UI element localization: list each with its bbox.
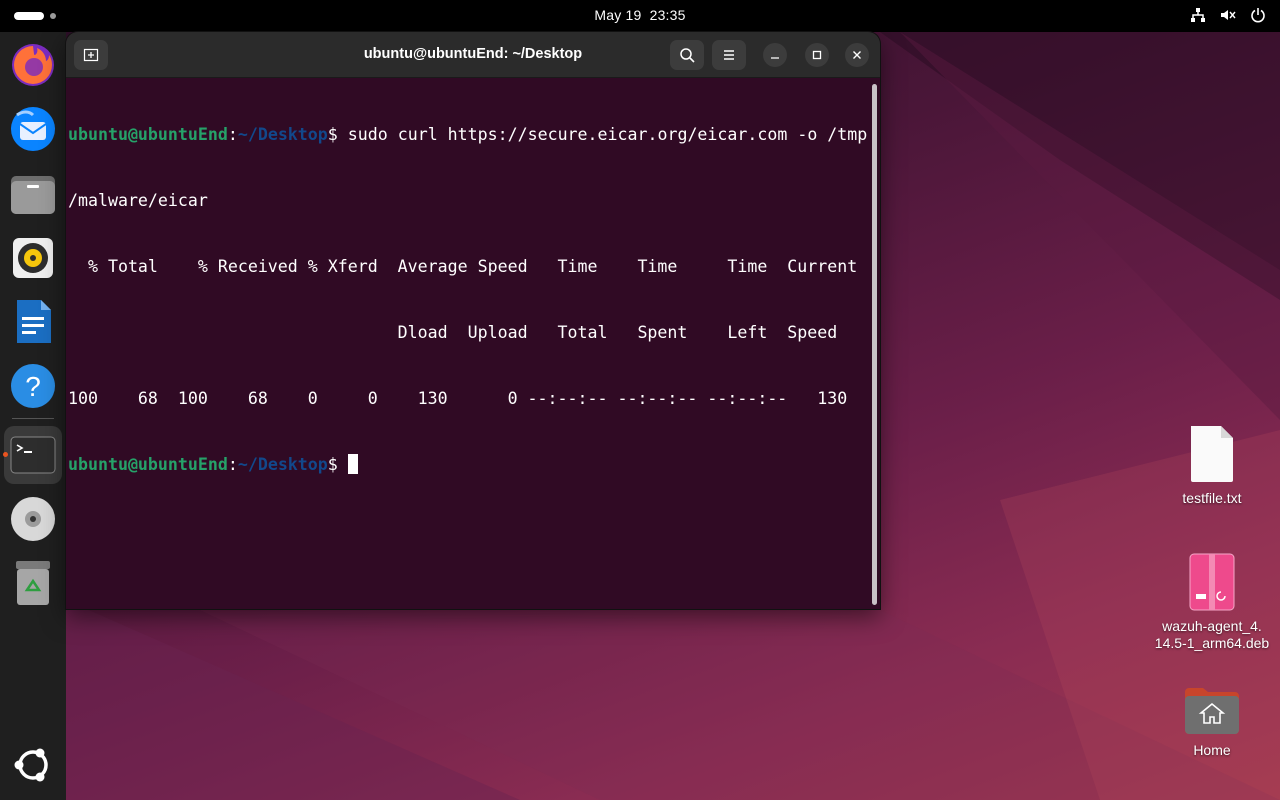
- prompt-separator: :: [227, 125, 238, 144]
- rhythmbox-launcher[interactable]: [4, 229, 62, 287]
- prompt-symbol: $: [327, 455, 338, 474]
- output-line: 100 68 100 68 0 0 130 0 --:--:-- --:--:-…: [68, 389, 848, 408]
- prompt-user: ubuntu@ubuntuEnd: [68, 455, 228, 474]
- power-icon[interactable]: [1250, 7, 1266, 23]
- menu-button[interactable]: [712, 40, 746, 70]
- show-apps-launcher[interactable]: [4, 736, 62, 794]
- active-prompt-line[interactable]: ubuntu@ubuntuEnd:~/Desktop$: [68, 454, 868, 476]
- prompt-user: ubuntu@ubuntuEnd: [68, 125, 228, 144]
- help-launcher[interactable]: ?: [4, 357, 62, 415]
- desktop-icon-label: wazuh-agent_4. 14.5-1_arm64.deb: [1154, 618, 1270, 651]
- terminal-scrollbar[interactable]: [872, 84, 877, 605]
- prompt-path: ~/Desktop: [237, 125, 328, 144]
- close-button[interactable]: [845, 43, 869, 67]
- prompt-symbol: $: [327, 125, 338, 144]
- terminal-output[interactable]: ubuntu@ubuntuEnd:~/Desktop$ sudo curl ht…: [68, 80, 868, 605]
- prompt-separator: :: [227, 455, 238, 474]
- running-indicator: [3, 452, 8, 457]
- files-launcher[interactable]: [4, 165, 62, 223]
- trash-icon: [16, 561, 50, 605]
- output-line: Dload Upload Total Spent Left Speed: [68, 323, 838, 342]
- text-cursor: [347, 454, 358, 474]
- minimize-button[interactable]: [763, 43, 787, 67]
- top-bar: May 19 23:35: [0, 0, 1280, 32]
- maximize-button[interactable]: [805, 43, 829, 67]
- desktop-folder-home[interactable]: Home: [1147, 684, 1277, 759]
- thunderbird-icon: [11, 107, 55, 151]
- desktop-file-testfile[interactable]: testfile.txt: [1147, 424, 1277, 507]
- trash-launcher[interactable]: [4, 554, 62, 612]
- volume-muted-icon[interactable]: [1220, 7, 1236, 23]
- command-line: ubuntu@ubuntuEnd:~/Desktop$ sudo curl ht…: [68, 124, 868, 146]
- optical-drive-launcher[interactable]: [4, 490, 62, 548]
- system-tray[interactable]: [1190, 7, 1266, 23]
- command-text: sudo curl https://secure.eicar.org/eicar…: [337, 125, 868, 144]
- svg-text:?: ?: [25, 371, 41, 402]
- writer-document-icon: [17, 300, 51, 343]
- writer-launcher[interactable]: [4, 293, 62, 351]
- files-icon: [11, 176, 55, 214]
- minimize-icon: [771, 57, 779, 59]
- firefox-icon: [12, 44, 54, 86]
- clock[interactable]: May 19 23:35: [0, 7, 1280, 23]
- close-icon: [853, 51, 861, 59]
- terminal-window[interactable]: ubuntu@ubuntuEnd: ~/Desktop ubuntu@ubunt…: [66, 32, 880, 609]
- deb-package-icon: [1189, 553, 1235, 611]
- dock-separator: [12, 418, 54, 419]
- command-continuation: /malware/eicar: [68, 191, 208, 210]
- search-icon: [680, 48, 695, 63]
- terminal-launcher[interactable]: [3, 426, 62, 484]
- dock: ?: [0, 32, 66, 800]
- firefox-launcher[interactable]: [4, 36, 62, 94]
- ubuntu-logo-icon: [14, 748, 48, 782]
- help-icon: ?: [11, 364, 55, 408]
- home-folder-icon: [1185, 688, 1239, 734]
- hamburger-menu-icon: [724, 50, 734, 60]
- clock-time[interactable]: 23:35: [650, 7, 686, 23]
- output-line: % Total % Received % Xferd Average Speed…: [68, 257, 858, 276]
- speaker-icon: [13, 238, 53, 278]
- clock-date[interactable]: May 19: [594, 7, 641, 23]
- disc-icon: [11, 497, 55, 541]
- prompt-path: ~/Desktop: [237, 455, 328, 474]
- maximize-icon: [812, 50, 822, 60]
- window-title: ubuntu@ubuntuEnd: ~/Desktop: [363, 46, 583, 62]
- desktop-file-wazuh-deb[interactable]: wazuh-agent_4. 14.5-1_arm64.deb: [1147, 552, 1277, 652]
- network-icon[interactable]: [1190, 7, 1206, 23]
- terminal-icon: [10, 436, 56, 474]
- thunderbird-launcher[interactable]: [4, 100, 62, 158]
- desktop-icon-label: testfile.txt: [1182, 490, 1242, 506]
- search-button[interactable]: [670, 40, 704, 70]
- desktop-icon-label: Home: [1193, 742, 1231, 758]
- text-file-icon: [1191, 426, 1233, 482]
- window-titlebar[interactable]: ubuntu@ubuntuEnd: ~/Desktop: [66, 32, 880, 78]
